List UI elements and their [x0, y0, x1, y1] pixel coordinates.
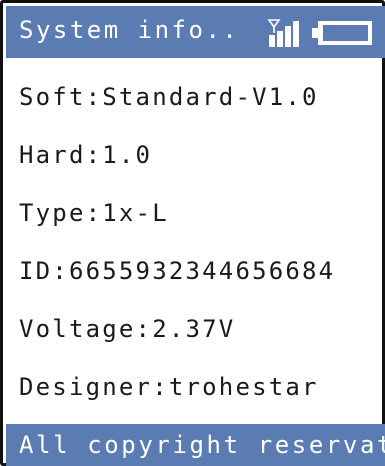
footer-bar: All copyright reservat	[6, 424, 385, 466]
device-screen: System info.. Soft:Standard-V1.0 Hard:1.…	[0, 0, 385, 466]
copyright-text: All copyright reservat	[19, 431, 385, 459]
signal-bars-icon	[267, 19, 299, 47]
designer-name: Designer:trohestar	[19, 373, 319, 401]
hardware-version: Hard:1.0	[19, 141, 153, 169]
battery-icon	[312, 21, 372, 45]
software-version: Soft:Standard-V1.0	[19, 83, 319, 111]
screen-title: System info..	[19, 16, 240, 44]
device-id: ID:6655932344656684	[19, 257, 336, 285]
title-bar: System info..	[6, 6, 385, 58]
voltage-reading: Voltage:2.37V	[19, 315, 236, 343]
device-type: Type:1x-L	[19, 199, 169, 227]
